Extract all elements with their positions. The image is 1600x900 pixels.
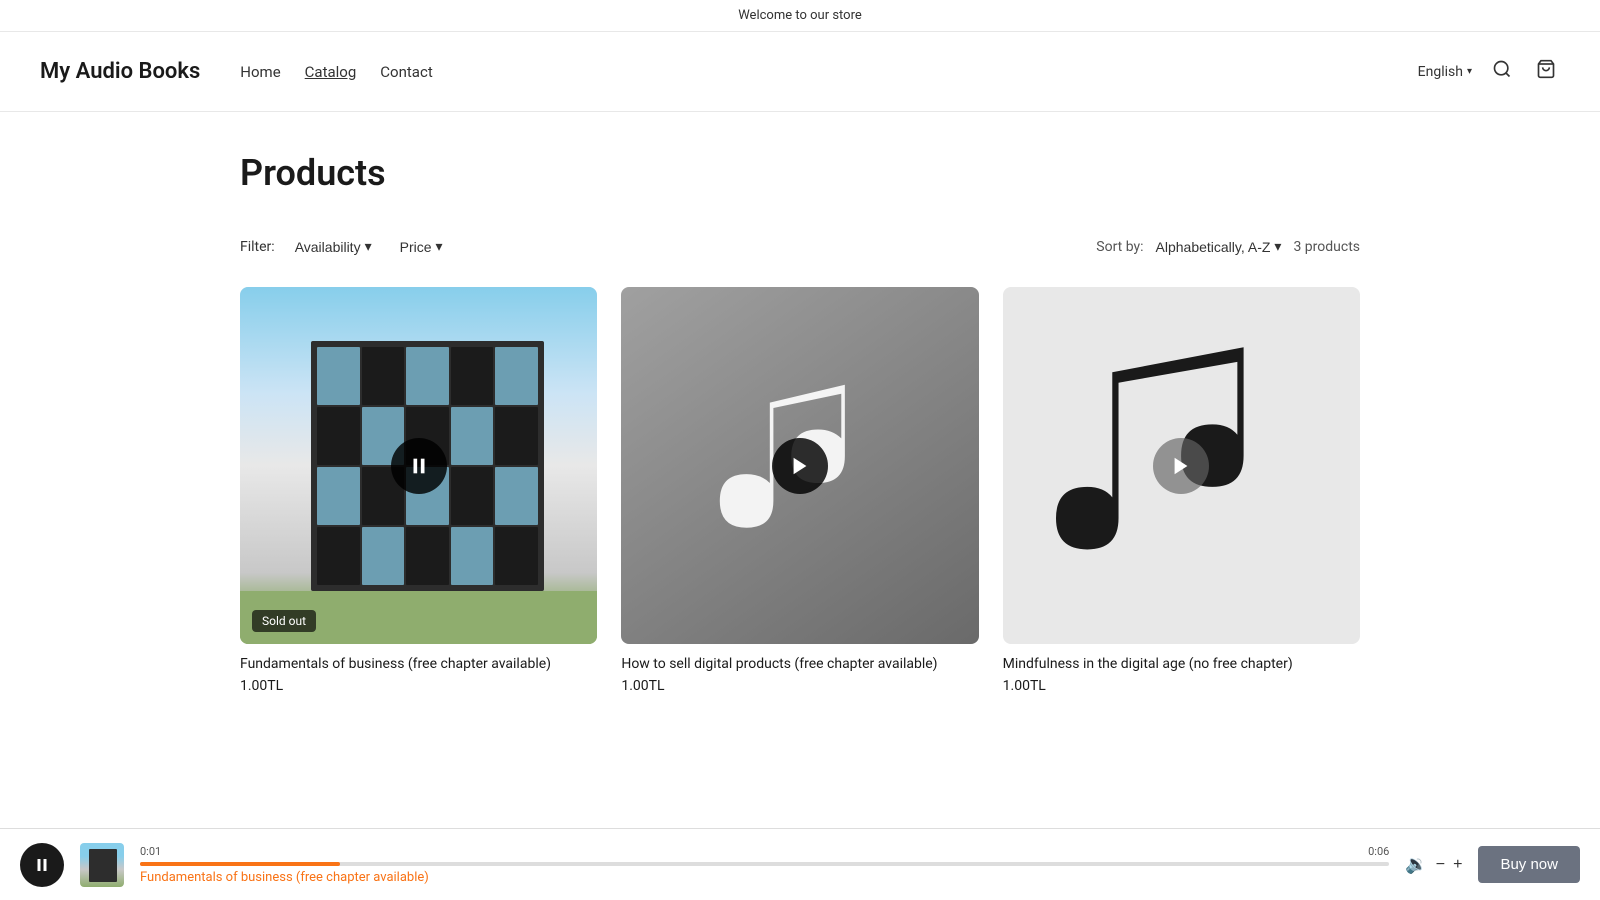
language-selector[interactable]: English ▾ (1418, 64, 1472, 80)
product-name-1: Fundamentals of business (free chapter a… (240, 656, 597, 672)
filter-label: Filter: (240, 239, 275, 255)
product-image-3 (1003, 287, 1360, 644)
player-thumbnail (80, 843, 124, 887)
filter-left: Filter: Availability ▾ Price ▾ (240, 234, 451, 259)
top-banner: Welcome to our store (0, 0, 1600, 32)
chevron-down-icon: ▾ (1274, 238, 1281, 255)
header-right: English ▾ (1418, 55, 1560, 88)
pause-icon (408, 455, 430, 477)
page-title: Products (240, 152, 1360, 194)
product-card-3[interactable]: Mindfulness in the digital age (no free … (1003, 287, 1360, 694)
player-progress-bar[interactable] (140, 862, 1389, 866)
volume-up-button[interactable]: + (1453, 856, 1462, 874)
play-button-3[interactable] (1153, 438, 1209, 494)
nav: Home Catalog Contact (240, 63, 432, 81)
header: My Audio Books Home Catalog Contact Engl… (0, 32, 1600, 112)
sold-out-badge: Sold out (252, 610, 316, 632)
product-image-1: Sold out (240, 287, 597, 644)
chevron-down-icon: ▾ (365, 238, 372, 255)
cart-icon (1536, 59, 1556, 79)
nav-home[interactable]: Home (240, 63, 280, 81)
product-card-1[interactable]: Sold out Fundamentals of business (free … (240, 287, 597, 694)
search-button[interactable] (1488, 55, 1516, 88)
buy-now-button[interactable]: Buy now (1478, 846, 1580, 883)
site-title[interactable]: My Audio Books (40, 59, 200, 84)
player-pause-button[interactable] (20, 843, 64, 887)
banner-text: Welcome to our store (738, 8, 862, 23)
play-button-2[interactable] (772, 438, 828, 494)
nav-contact[interactable]: Contact (380, 63, 432, 81)
bottom-player: 0:01 0:06 Fundamentals of business (free… (0, 828, 1600, 900)
product-count: 3 products (1293, 239, 1360, 255)
product-price-3: 1.00TL (1003, 678, 1360, 694)
player-total-time: 0:06 (1368, 845, 1389, 858)
main-content: Products Filter: Availability ▾ Price ▾ … (200, 112, 1400, 814)
pause-button-1[interactable] (391, 438, 447, 494)
player-current-time: 0:01 (140, 845, 161, 858)
player-pause-icon (33, 856, 51, 874)
product-card-2[interactable]: How to sell digital products (free chapt… (621, 287, 978, 694)
player-times: 0:01 0:06 (140, 845, 1389, 858)
volume-icon: 🔉 (1405, 854, 1427, 875)
filter-bar: Filter: Availability ▾ Price ▾ Sort by: … (240, 234, 1360, 259)
volume-down-button[interactable]: − (1436, 856, 1445, 874)
player-track: 0:01 0:06 Fundamentals of business (free… (140, 845, 1389, 885)
availability-filter[interactable]: Availability ▾ (287, 234, 380, 259)
price-filter[interactable]: Price ▾ (392, 234, 451, 259)
sort-dropdown[interactable]: Alphabetically, A-Z ▾ (1156, 238, 1282, 255)
sort-label: Sort by: (1096, 239, 1143, 255)
header-left: My Audio Books Home Catalog Contact (40, 59, 433, 84)
filter-right: Sort by: Alphabetically, A-Z ▾ 3 product… (1096, 238, 1360, 255)
product-grid: Sold out Fundamentals of business (free … (240, 287, 1360, 694)
product-image-2 (621, 287, 978, 644)
play-icon (789, 455, 811, 477)
product-name-2: How to sell digital products (free chapt… (621, 656, 978, 672)
product-price-2: 1.00TL (621, 678, 978, 694)
player-title: Fundamentals of business (free chapter a… (140, 870, 1389, 885)
chevron-down-icon: ▾ (1467, 66, 1472, 77)
play-icon (1170, 455, 1192, 477)
product-price-1: 1.00TL (240, 678, 597, 694)
product-name-3: Mindfulness in the digital age (no free … (1003, 656, 1360, 672)
cart-button[interactable] (1532, 55, 1560, 88)
search-icon (1492, 59, 1512, 79)
player-progress-fill (140, 862, 340, 866)
nav-catalog[interactable]: Catalog (305, 63, 357, 81)
chevron-down-icon: ▾ (436, 238, 443, 255)
language-label: English (1418, 64, 1463, 80)
player-controls-right: 🔉 − + (1405, 854, 1462, 875)
